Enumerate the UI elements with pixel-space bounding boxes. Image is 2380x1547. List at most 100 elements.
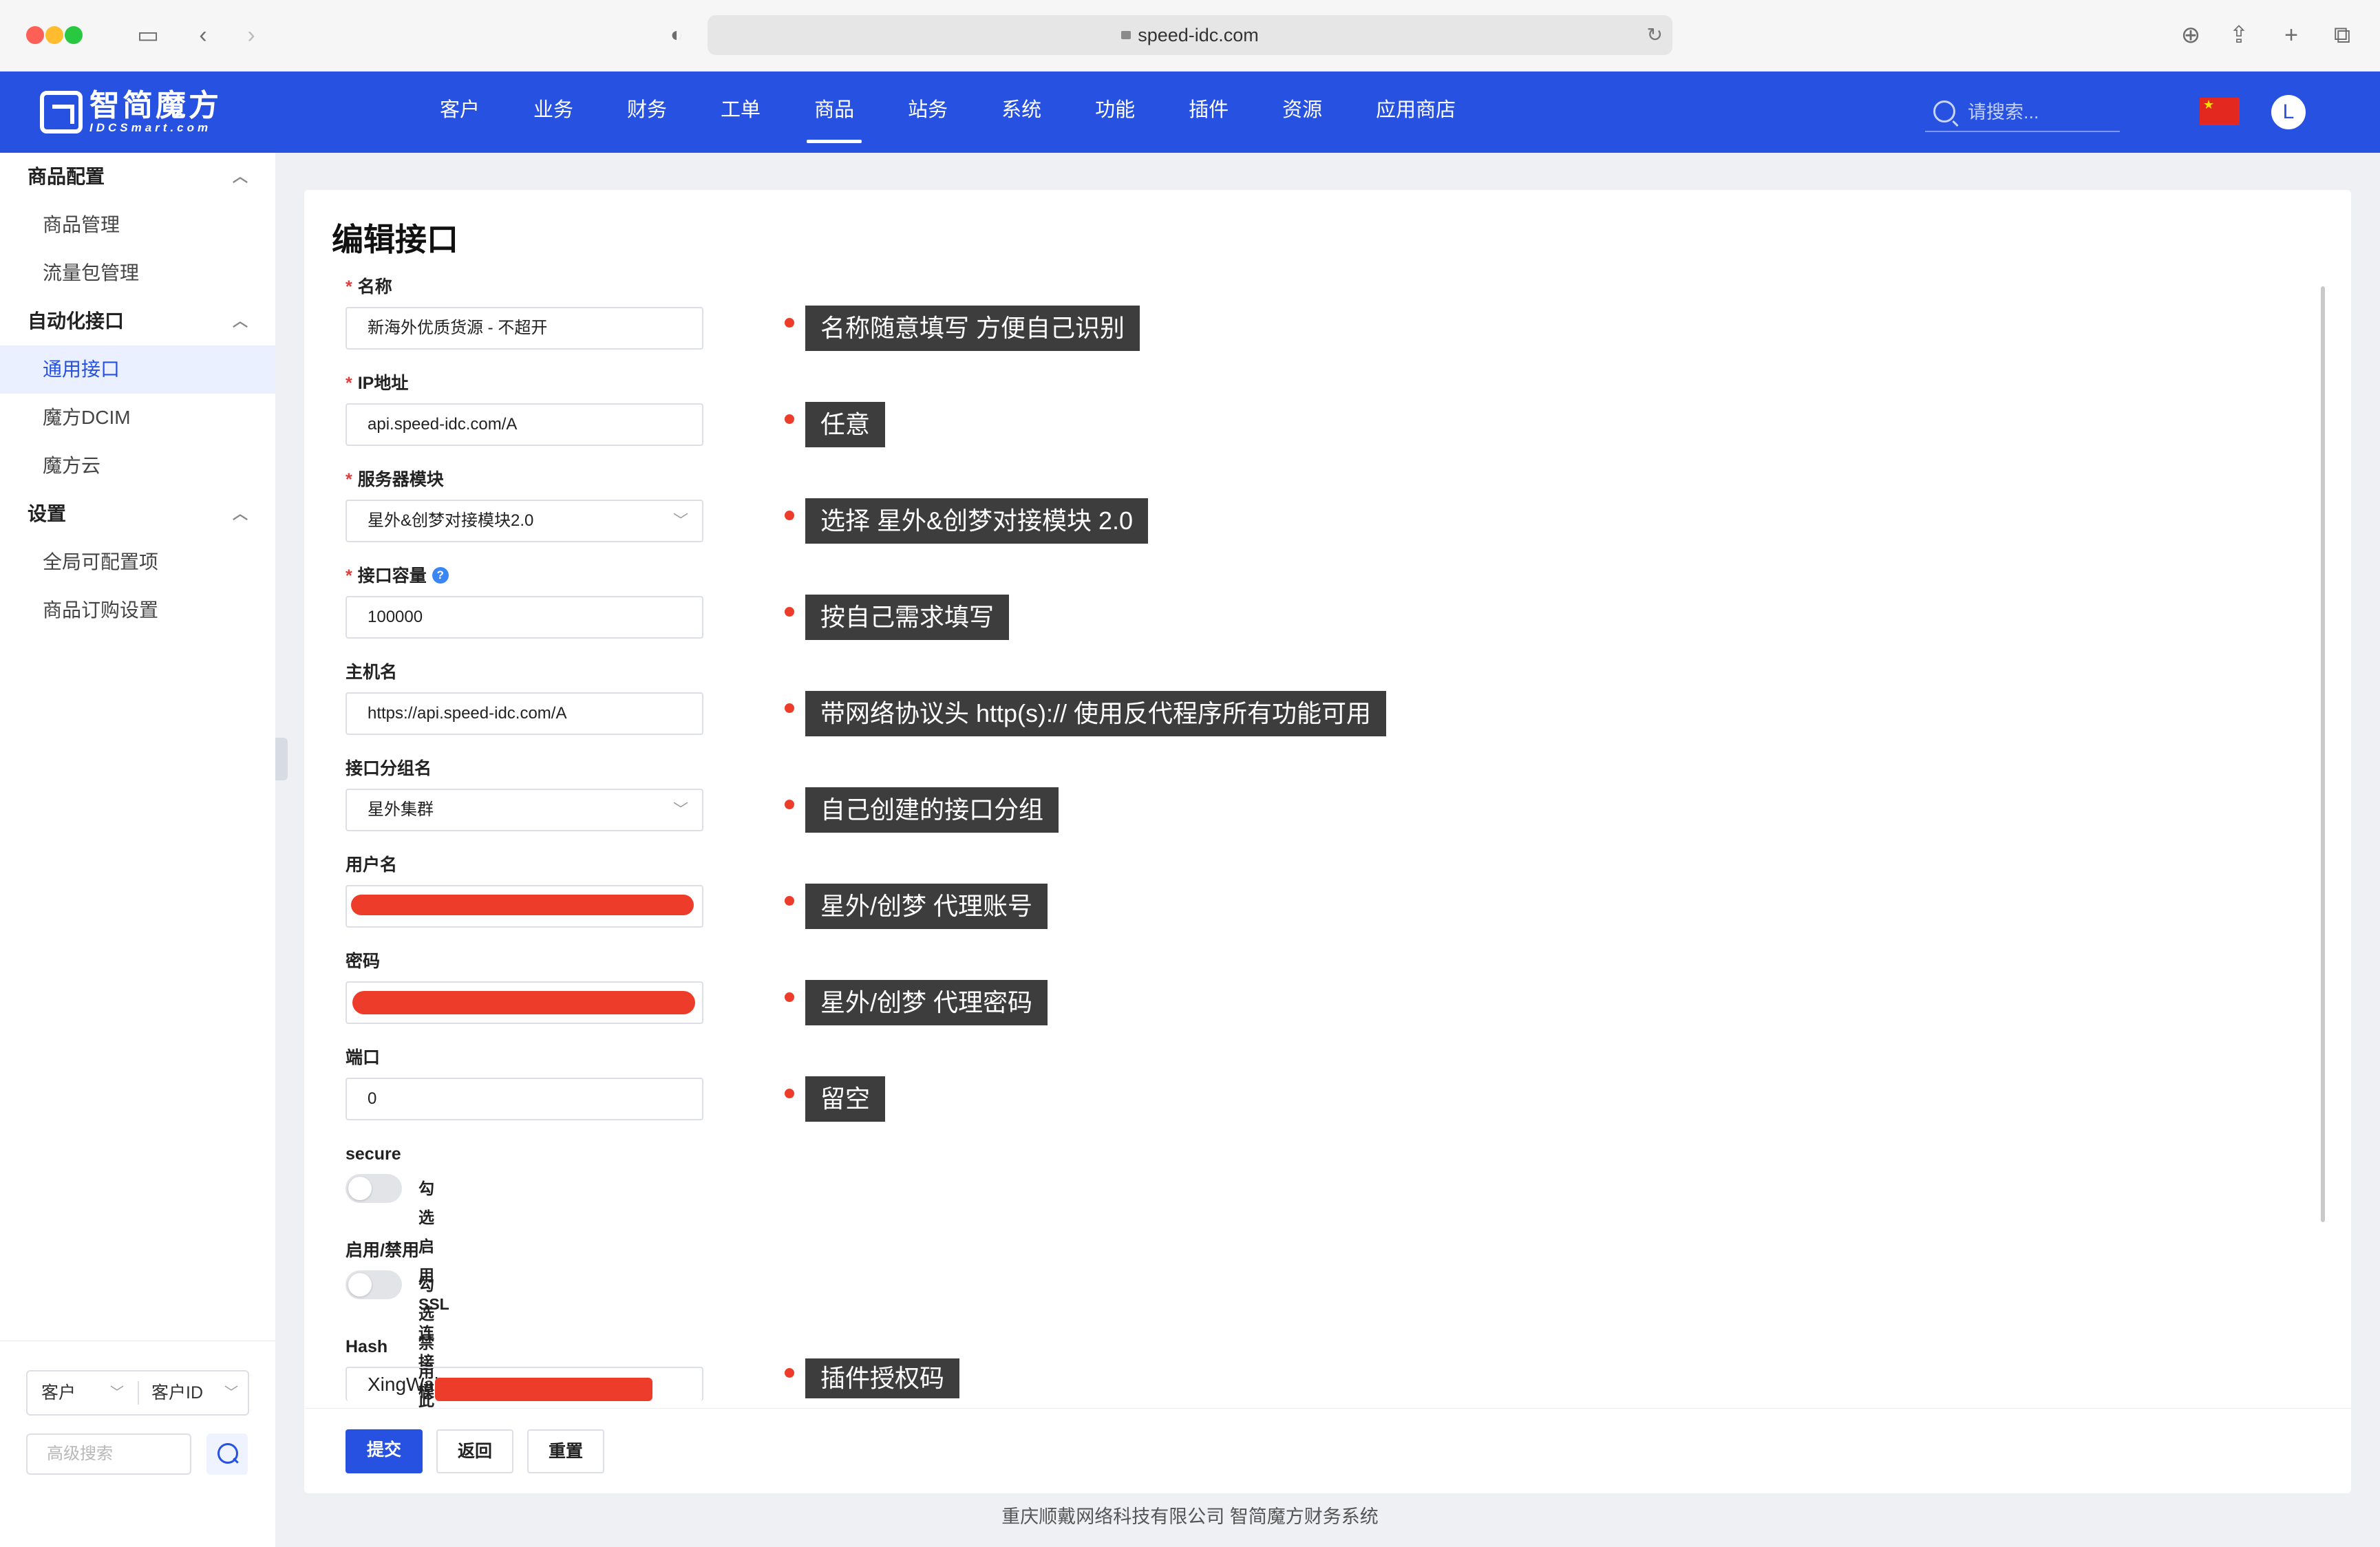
annotation: 留空 xyxy=(785,1076,886,1122)
nav-item[interactable]: 客户 xyxy=(413,72,507,153)
capacity-input[interactable]: 100000 xyxy=(346,596,703,639)
sidebar-item[interactable]: 全局可配置项 xyxy=(0,538,275,586)
logo-sub: IDCSmart.com xyxy=(89,121,212,134)
field-ip: * IP地址 api.speed-idc.com/A 任意 xyxy=(346,373,886,447)
annotation-text: 任意 xyxy=(805,402,886,447)
field-label: Hash xyxy=(346,1337,388,1356)
annotation: 自己创建的接口分组 xyxy=(785,787,1059,833)
annotation: 星外/创梦 代理密码 xyxy=(785,980,1048,1025)
annotation-text: 按自己需求填写 xyxy=(805,595,1010,640)
field-secure: secure 勾选启用SSL连接模式 xyxy=(346,1144,449,1429)
edit-interface-card: 编辑接口 * 名称 新海外优质货源 - 不超开 名称随意填写 方便自己识别 * IP… xyxy=(304,190,2351,1493)
search-button[interactable] xyxy=(206,1433,248,1475)
chevron-up-icon: ︿ xyxy=(232,505,248,522)
nav-item[interactable]: 功能 xyxy=(1068,72,1162,153)
annotation: 插件授权码 xyxy=(785,1357,960,1400)
zoom-window-button[interactable] xyxy=(65,26,83,44)
nav-item[interactable]: 工单 xyxy=(694,72,787,153)
back-arrow-icon[interactable]: ‹ xyxy=(187,19,219,51)
filter-field-select[interactable]: 客户ID xyxy=(151,1372,203,1414)
sidebar-item[interactable]: 通用接口 xyxy=(0,345,275,394)
annotation: 星外/创梦 代理账号 xyxy=(785,884,1048,929)
field-enable: 启用/禁用 勾选禁用此接口 xyxy=(346,1240,434,1467)
share-icon[interactable]: ⇪ xyxy=(2223,19,2255,51)
nav-item[interactable]: 站务 xyxy=(881,72,975,153)
sidebar-item[interactable]: 商品订购设置 xyxy=(0,586,275,634)
hostname-input[interactable]: https://api.speed-idc.com/A xyxy=(346,692,703,735)
logo-name: 智简魔方 xyxy=(89,89,222,122)
tab-overview-icon[interactable]: ⧉ xyxy=(2326,19,2358,51)
field-label: 用户名 xyxy=(346,855,398,875)
chevron-down-icon: ﹀ xyxy=(110,1385,124,1400)
field-hash: Hash XingWai 插件授权码 xyxy=(346,1336,960,1401)
nav-item[interactable]: 商品 xyxy=(787,72,881,153)
back-button[interactable]: 返回 xyxy=(436,1429,513,1473)
nav-item[interactable]: 插件 xyxy=(1162,72,1255,153)
annotation-dot xyxy=(785,1368,794,1378)
field-label: 接口分组名 xyxy=(346,759,432,778)
sidebar-group[interactable]: 自动化接口 ︿ xyxy=(0,297,275,345)
filter-type-select[interactable]: 客户 xyxy=(41,1372,76,1414)
logo[interactable]: 智简魔方 IDCSmart.com xyxy=(40,89,222,135)
reload-icon[interactable]: ↻ xyxy=(1647,15,1663,55)
nav-item[interactable]: 业务 xyxy=(507,72,600,153)
hash-input[interactable]: XingWai xyxy=(346,1367,703,1401)
annotation-text: 自己创建的接口分组 xyxy=(805,787,1059,833)
sidebar-menu: 商品配置 ︿ 商品管理 流量包管理 自动化接口 ︿ 通用接口 魔方DCIM 魔方云 设置 ︿ 全局可配… xyxy=(0,153,275,634)
new-tab-icon[interactable]: + xyxy=(2275,19,2307,51)
disable-toggle[interactable] xyxy=(346,1270,402,1299)
global-search[interactable]: 请搜索... xyxy=(1925,92,2120,132)
shield-icon[interactable]: ◐ xyxy=(661,19,692,51)
chevron-up-icon: ︿ xyxy=(232,312,248,330)
field-capacity: * 接口容量? 100000 按自己需求填写 xyxy=(346,566,1010,640)
submit-button[interactable]: 提交 xyxy=(346,1429,423,1473)
module-select[interactable]: 星外&创梦对接模块2.0 ﹀ xyxy=(346,500,703,542)
annotation-dot xyxy=(785,414,794,424)
advanced-search-input[interactable]: 高级搜索 xyxy=(26,1433,191,1475)
ssl-toggle[interactable] xyxy=(346,1174,402,1203)
redaction-mark xyxy=(352,991,695,1014)
sidebar-collapse-handle[interactable] xyxy=(275,738,288,780)
sidebar-item[interactable]: 魔方DCIM xyxy=(0,394,275,442)
sidebar-item[interactable]: 商品管理 xyxy=(0,201,275,249)
sidebar-toggle-icon[interactable]: ▭ xyxy=(132,19,164,51)
sidebar-item[interactable]: 流量包管理 xyxy=(0,249,275,297)
close-window-button[interactable] xyxy=(26,26,44,44)
annotation-text: 带网络协议头 http(s):// 使用反代程序所有功能可用 xyxy=(805,691,1387,736)
field-name: * 名称 新海外优质货源 - 不超开 名称随意填写 方便自己识别 xyxy=(346,277,1140,351)
nav-item[interactable]: 应用商店 xyxy=(1349,72,1483,153)
language-flag-icon[interactable] xyxy=(2200,98,2240,125)
hash-value: XingWai xyxy=(368,1374,439,1395)
nav-item[interactable]: 财务 xyxy=(600,72,694,153)
password-input[interactable] xyxy=(346,981,703,1024)
name-input[interactable]: 新海外优质货源 - 不超开 xyxy=(346,307,703,350)
help-icon[interactable]: ? xyxy=(432,567,449,584)
avatar[interactable]: L xyxy=(2271,95,2306,129)
annotation-dot xyxy=(785,318,794,328)
minimize-window-button[interactable] xyxy=(45,26,63,44)
username-input[interactable] xyxy=(346,885,703,928)
chevron-down-icon: ﹀ xyxy=(672,801,688,818)
sidebar-item[interactable]: 魔方云 xyxy=(0,442,275,490)
divider xyxy=(138,1381,139,1405)
annotation-dot xyxy=(785,511,794,520)
url-text: speed-idc.com xyxy=(1138,25,1259,45)
field-label: 主机名 xyxy=(346,663,398,682)
form-scrollbar[interactable] xyxy=(2321,286,2325,1222)
sidebar-group[interactable]: 设置 ︿ xyxy=(0,490,275,538)
nav-item[interactable]: 资源 xyxy=(1255,72,1349,153)
redaction-mark xyxy=(435,1378,652,1401)
port-input[interactable]: 0 xyxy=(346,1078,703,1120)
group-select[interactable]: 星外集群 ﹀ xyxy=(346,789,703,831)
customer-filter-select[interactable]: 客户 ﹀ 客户ID ﹀ xyxy=(26,1370,249,1416)
address-bar[interactable]: speed-idc.com ↻ xyxy=(708,15,1672,55)
ip-input[interactable]: api.speed-idc.com/A xyxy=(346,403,703,446)
annotation-text: 留空 xyxy=(805,1076,886,1122)
forward-arrow-icon[interactable]: › xyxy=(235,19,267,51)
nav-item[interactable]: 系统 xyxy=(975,72,1068,153)
download-icon[interactable]: ⊕ xyxy=(2175,19,2207,51)
reset-button[interactable]: 重置 xyxy=(527,1429,604,1473)
search-placeholder: 请搜索... xyxy=(1968,102,2039,122)
sidebar-group[interactable]: 商品配置 ︿ xyxy=(0,153,275,201)
group-select-value: 星外集群 xyxy=(368,800,434,819)
